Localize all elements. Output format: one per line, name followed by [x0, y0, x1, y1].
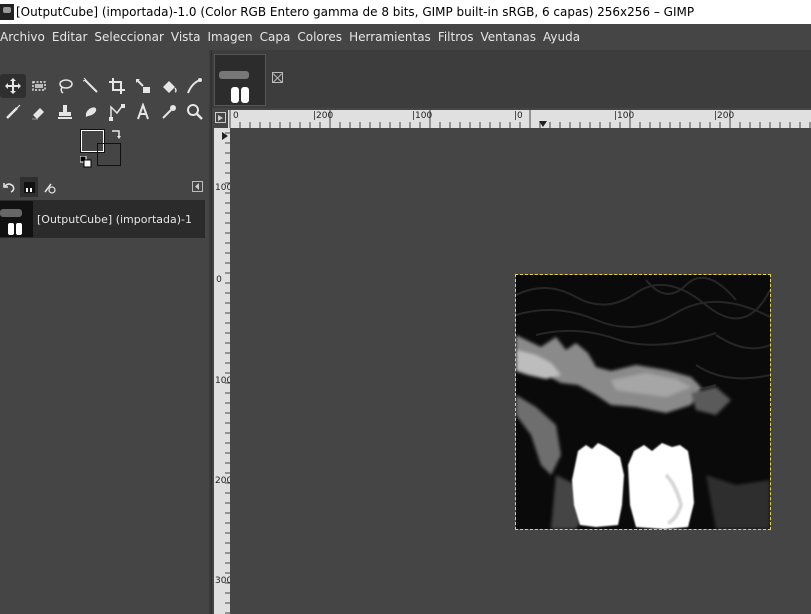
- rect-select-icon: [32, 81, 46, 91]
- move-icon: [5, 78, 21, 94]
- color-swatches: [80, 128, 124, 168]
- pointer-position-marker-icon: [539, 121, 547, 127]
- image-tabs-bar: [212, 50, 811, 108]
- bucket-fill-tool[interactable]: [156, 74, 182, 98]
- unified-transform-tool[interactable]: [130, 74, 156, 98]
- lasso-icon: [59, 79, 73, 94]
- clone-tool[interactable]: [52, 100, 78, 124]
- undo-icon: [2, 182, 14, 193]
- hruler-label: 0: [233, 111, 239, 121]
- move-tool[interactable]: [0, 74, 26, 98]
- background-color[interactable]: [97, 143, 121, 166]
- tab-menu-arrow-icon: [195, 183, 199, 190]
- vertical-pointer-marker-icon: [222, 132, 228, 140]
- menu-seleccionar[interactable]: Seleccionar: [94, 30, 170, 44]
- crop-icon: [109, 78, 125, 94]
- paintbrush-tool[interactable]: [0, 100, 26, 124]
- text-tool[interactable]: [130, 100, 156, 124]
- smudge-icon: [85, 107, 97, 117]
- zoom-tool[interactable]: [182, 100, 208, 124]
- eraser-icon: [32, 108, 44, 120]
- fuzzy-select-tool[interactable]: [78, 74, 104, 98]
- menu-imagen[interactable]: Imagen: [207, 30, 259, 44]
- menu-archivo[interactable]: Archivo: [0, 30, 52, 44]
- close-image-tab-icon[interactable]: [272, 72, 283, 83]
- output-cube-image: [516, 275, 770, 529]
- quick-mask-toggle[interactable]: [215, 112, 226, 123]
- menu-filtros[interactable]: Filtros: [438, 30, 481, 44]
- tab-undo-history[interactable]: [0, 177, 18, 197]
- magic-wand-icon: [82, 77, 98, 93]
- vruler-label: 100: [215, 183, 230, 193]
- canvas-area[interactable]: 0 |200 |100 |0 |100 |200 100 0 100 200 3…: [212, 108, 811, 614]
- transform-icon: [136, 79, 150, 93]
- rect-select-tool[interactable]: [26, 74, 52, 98]
- menu-bar: Archivo Editar Seleccionar Vista Imagen …: [0, 24, 811, 50]
- vruler-label: 0: [216, 275, 222, 285]
- canvas-image[interactable]: [515, 274, 771, 530]
- window-title: [OutputCube] (importada)-1.0 (Color RGB …: [16, 5, 695, 19]
- paths-icon: [109, 104, 125, 121]
- title-bar: [OutputCube] (importada)-1.0 (Color RGB …: [0, 0, 811, 24]
- dock-tabs: [0, 176, 209, 198]
- menu-herramientas[interactable]: Herramientas: [349, 30, 438, 44]
- menu-capa[interactable]: Capa: [260, 30, 298, 44]
- menu-ventanas[interactable]: Ventanas: [480, 30, 543, 44]
- default-colors-icon[interactable]: [80, 156, 92, 168]
- tool-row-1: [0, 74, 208, 98]
- vruler-label: 100: [215, 376, 230, 386]
- image-thumbnail: [0, 201, 33, 237]
- image-list-label: [OutputCube] (importada)-1: [37, 212, 193, 226]
- paths-tool[interactable]: [104, 100, 130, 124]
- smudge-tool[interactable]: [78, 100, 104, 124]
- hruler-label: |100: [412, 111, 433, 121]
- horizontal-ruler[interactable]: 0 |200 |100 |0 |100 |200: [228, 110, 811, 128]
- vertical-ruler[interactable]: 100 0 100 200 300: [214, 128, 230, 614]
- gimp-app-icon: [0, 4, 14, 20]
- tab-images[interactable]: [20, 177, 38, 197]
- vruler-label: 200: [215, 476, 230, 486]
- swap-colors-icon[interactable]: [110, 128, 122, 140]
- images-icon: [23, 181, 35, 193]
- device-status-icon: [43, 183, 56, 194]
- tool-row-2: [0, 100, 208, 124]
- toolbox-dock: [OutputCube] (importada)-1: [0, 50, 209, 614]
- bucket-fill-icon: [163, 81, 177, 93]
- dock-menu-button[interactable]: [192, 181, 203, 192]
- paintbrush-icon: [6, 104, 21, 119]
- warp-transform-tool[interactable]: [182, 74, 208, 98]
- hruler-label: |200: [714, 111, 735, 121]
- vruler-label: 300: [215, 576, 230, 586]
- hruler-label: |100: [614, 111, 635, 121]
- color-picker-tool[interactable]: [156, 100, 182, 124]
- hruler-label: |0: [514, 111, 523, 121]
- warp-icon: [187, 78, 202, 94]
- hruler-label: |200: [313, 111, 334, 121]
- menu-ayuda[interactable]: Ayuda: [543, 30, 587, 44]
- vertical-ruler-ticks: [225, 132, 230, 614]
- text-icon: [137, 103, 149, 120]
- clone-stamp-icon: [58, 105, 72, 119]
- image-list-item[interactable]: [OutputCube] (importada)-1: [0, 200, 205, 238]
- free-select-tool[interactable]: [52, 74, 78, 98]
- eyedropper-icon: [162, 105, 176, 119]
- menu-editar[interactable]: Editar: [52, 30, 95, 44]
- tab-device-status[interactable]: [40, 177, 58, 197]
- eraser-tool[interactable]: [26, 100, 52, 124]
- zoom-icon: [187, 104, 203, 120]
- image-tab-outputcube[interactable]: [214, 54, 266, 106]
- crop-tool[interactable]: [104, 74, 130, 98]
- menu-vista[interactable]: Vista: [171, 30, 208, 44]
- menu-colores[interactable]: Colores: [297, 30, 349, 44]
